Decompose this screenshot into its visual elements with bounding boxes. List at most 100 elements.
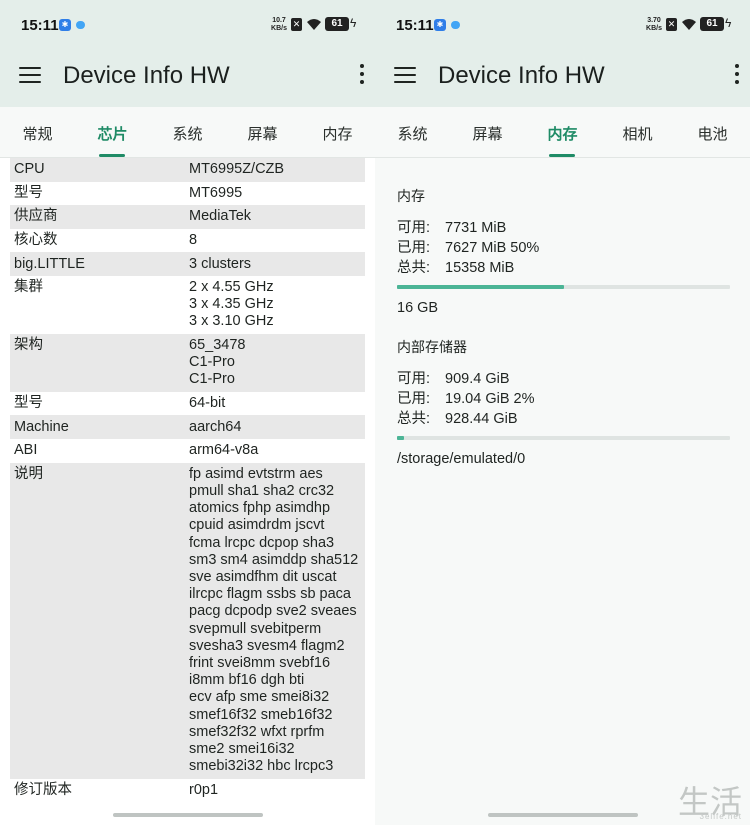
memory-heading: 内存 <box>397 188 425 204</box>
gesture-bar[interactable] <box>113 813 263 817</box>
storage-heading: 内部存储器 <box>397 339 467 355</box>
table-row: 架构 65_3478 C1-Pro C1-Pro <box>10 333 365 392</box>
memory-section: 内存 可用: 7731 MiB 已用: 7627 MiB 50% 总共: 153… <box>397 186 730 316</box>
tab-5[interactable]: 内存 <box>300 123 375 144</box>
status-time: 15:11 <box>21 17 59 34</box>
memory-size: 16 GB <box>397 300 439 316</box>
row-value: fp asimd evtstrm aes pmull sha1 sha2 crc… <box>189 465 359 775</box>
charging-icon: ϟ <box>725 16 732 30</box>
menu-icon[interactable] <box>19 67 41 85</box>
table-row: 型号 64-bit <box>10 392 365 416</box>
memory-usage-fill <box>397 285 564 289</box>
menu-icon[interactable] <box>394 67 416 85</box>
storage-used-label: 已用: <box>397 391 431 407</box>
app-bar: Device Info HW <box>0 50 375 107</box>
app-title: Device Info HW <box>63 62 230 89</box>
tab-2[interactable]: 屏幕 <box>450 123 525 144</box>
tab-5[interactable]: 电池 <box>675 123 750 144</box>
storage-available-value: 909.4 GiB <box>445 371 510 387</box>
table-row: ABI arm64-v8a <box>10 439 365 463</box>
more-options-icon[interactable] <box>359 64 365 86</box>
tab-1[interactable]: 常规 <box>0 123 75 144</box>
storage-used-value: 19.04 GiB 2% <box>445 391 535 407</box>
tab-bar: 系统 屏幕 内存 相机 电池 <box>375 107 750 158</box>
tab-2[interactable]: 芯片 <box>75 123 150 144</box>
watermark-logo: 生活 3elife.net <box>634 777 744 821</box>
tab-4[interactable]: 相机 <box>600 123 675 144</box>
table-row: 说明 fp asimd evtstrm aes pmull sha1 sha2 c… <box>10 462 365 779</box>
memory-available-label: 可用: <box>397 220 431 236</box>
table-row: 修订版本 r0p1 <box>10 779 365 803</box>
row-value: 64-bit <box>189 395 226 412</box>
row-key: 型号 <box>14 395 43 412</box>
row-value: MT6995Z/CZB <box>189 161 285 178</box>
memory-used-row: 已用: 7627 MiB 50% <box>397 238 730 258</box>
memory-usage-bar <box>397 285 730 289</box>
watermark-url: 3elife.net <box>699 812 742 821</box>
active-tab-indicator <box>99 154 125 157</box>
app-bar: Device Info HW <box>375 50 750 107</box>
tab-3[interactable]: 内存 <box>525 123 600 144</box>
active-tab-indicator <box>549 154 575 157</box>
app-notification-icon: ✱ <box>59 19 71 31</box>
tab-3[interactable]: 系统 <box>150 123 225 144</box>
gesture-bar[interactable] <box>488 813 638 817</box>
row-key: 型号 <box>14 184 43 201</box>
storage-total-row: 总共: 928.44 GiB <box>397 409 730 429</box>
battery-icon: 61 <box>325 17 349 31</box>
row-key: 供应商 <box>14 208 58 225</box>
memory-available-row: 可用: 7731 MiB <box>397 218 730 238</box>
app-title: Device Info HW <box>438 62 605 89</box>
memory-total-value: 15358 MiB <box>445 260 515 276</box>
row-key: 集群 <box>14 279 43 296</box>
row-value: MT6995 <box>189 184 243 201</box>
storage-available-row: 可用: 909.4 GiB <box>397 369 730 389</box>
row-value: 3 clusters <box>189 255 252 272</box>
table-row: 核心数 8 <box>10 229 365 253</box>
storage-usage-bar <box>397 436 730 440</box>
row-key: 核心数 <box>14 231 58 248</box>
table-row: CPU MT6995Z/CZB <box>10 158 365 182</box>
storage-total-label: 总共: <box>397 411 431 427</box>
no-sim-icon: ✕ <box>666 18 677 31</box>
charging-icon: ϟ <box>350 16 357 30</box>
no-sim-icon: ✕ <box>291 18 302 31</box>
network-speed: 10.7 KB/s <box>271 17 287 32</box>
row-key: Machine <box>14 418 69 435</box>
left-screen: 15:11 ✱ 10.7 KB/s ✕ 61 ϟ Device Info HW … <box>0 0 375 825</box>
row-value: arm64-v8a <box>189 442 259 459</box>
storage-path: /storage/emulated/0 <box>397 451 526 467</box>
memory-used-label: 已用: <box>397 240 431 256</box>
status-bar: 15:11 ✱ 3.70 KB/s ✕ 61 ϟ <box>375 0 750 50</box>
table-row: big.LITTLE 3 clusters <box>10 252 365 276</box>
notification-dot-icon <box>451 21 460 29</box>
tab-bar: 常规 芯片 系统 屏幕 内存 <box>0 107 375 158</box>
row-value: 8 <box>189 231 198 248</box>
notification-dot-icon <box>76 21 85 29</box>
right-screen: 15:11 ✱ 3.70 KB/s ✕ 61 ϟ Device Info HW … <box>375 0 750 825</box>
table-row: 集群 2 x 4.55 GHz 3 x 4.35 GHz 3 x 3.10 GHz <box>10 276 365 334</box>
tab-1[interactable]: 系统 <box>375 123 450 144</box>
row-key: 架构 <box>14 337 43 354</box>
status-time: 15:11 <box>396 17 434 34</box>
storage-used-row: 已用: 19.04 GiB 2% <box>397 389 730 409</box>
status-bar: 15:11 ✱ 10.7 KB/s ✕ 61 ϟ <box>0 0 375 50</box>
memory-available-value: 7731 MiB <box>445 220 507 236</box>
row-key: ABI <box>14 442 38 459</box>
network-speed: 3.70 KB/s <box>646 17 662 32</box>
row-value: MediaTek <box>189 208 252 225</box>
row-value: 65_3478 C1-Pro C1-Pro <box>189 337 246 388</box>
tab-4[interactable]: 屏幕 <box>225 123 300 144</box>
table-row: Machine aarch64 <box>10 415 365 440</box>
wifi-icon <box>682 19 696 30</box>
app-notification-icon: ✱ <box>434 19 446 31</box>
memory-total-row: 总共: 15358 MiB <box>397 258 730 278</box>
row-key: 修订版本 <box>14 781 72 798</box>
row-value: r0p1 <box>189 781 219 798</box>
storage-available-label: 可用: <box>397 371 431 387</box>
wifi-icon <box>307 19 321 30</box>
chip-info-table: CPU MT6995Z/CZB 型号 MT6995 供应商 MediaTek 核心数 8 big… <box>10 158 365 802</box>
memory-total-label: 总共: <box>397 260 431 276</box>
more-options-icon[interactable] <box>734 64 740 86</box>
storage-total-value: 928.44 GiB <box>445 411 518 427</box>
